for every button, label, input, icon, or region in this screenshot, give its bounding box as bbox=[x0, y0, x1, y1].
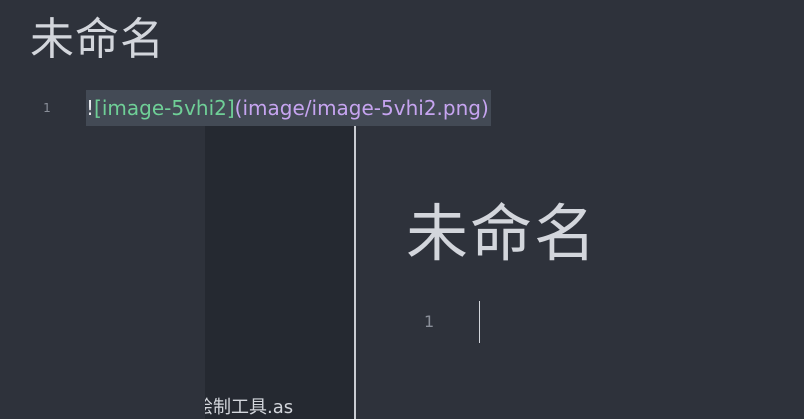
image-alt-text: [image-5vhi2] bbox=[94, 96, 235, 120]
preview-title: 未命名 bbox=[406, 197, 599, 270]
document-title[interactable]: 未命名 bbox=[30, 8, 165, 72]
markdown-editor[interactable]: 未命名 1 ![image-5vhi2](image/image-5vhi2.p… bbox=[0, 0, 804, 419]
markdown-image-syntax[interactable]: ![image-5vhi2](image/image-5vhi2.png) bbox=[86, 90, 491, 126]
image-url: (image/image-5vhi2.png) bbox=[234, 96, 489, 120]
preview-sidebar: 绘制工具.as bbox=[205, 126, 354, 419]
line-number: 1 bbox=[43, 101, 51, 115]
preview-text-caret bbox=[479, 301, 480, 343]
preview-line-number: 1 bbox=[424, 312, 435, 331]
embedded-image-preview: 绘制工具.as 未命名 1 bbox=[205, 126, 804, 419]
preview-sidebar-filename: 绘制工具.as bbox=[205, 397, 294, 418]
image-bang: ! bbox=[86, 96, 95, 120]
preview-main: 未命名 1 bbox=[356, 126, 804, 419]
editor-line[interactable]: 1 ![image-5vhi2](image/image-5vhi2.png) bbox=[0, 90, 804, 126]
